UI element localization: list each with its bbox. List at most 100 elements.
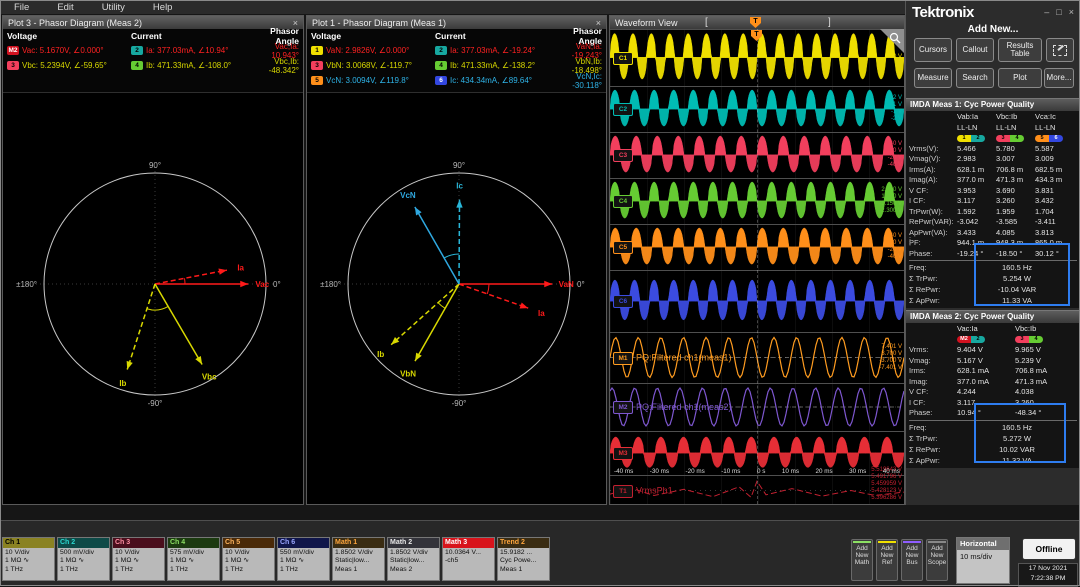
t1-channel-badge[interactable]: T1: [613, 484, 633, 498]
channel-badge: 1: [311, 46, 323, 55]
scale-label: 7.401 V: [881, 343, 902, 350]
ch4-badge[interactable]: Ch 4 575 mV/div 1 MΩ ∿ 1 THz: [167, 537, 220, 581]
math2-badge[interactable]: Math 2 1.8502 V/div Static|low... Meas 2: [387, 537, 440, 581]
meas-row-label: Phase:: [909, 248, 933, 258]
expansion-bracket-right[interactable]: ]: [828, 17, 831, 28]
channel-card-title: Ch 5: [223, 538, 274, 548]
phasor-angle-readout: VcN,Ic: -30.118°: [572, 71, 602, 90]
meas-row: I CF: 3.117 3.260 3.432: [909, 196, 1077, 207]
meas-row-label: TrPwr(W):: [909, 206, 943, 216]
c1-channel-badge[interactable]: C1: [613, 51, 633, 65]
offline-button[interactable]: Offline: [1022, 538, 1076, 560]
plot-button[interactable]: Plot: [998, 68, 1042, 88]
meas-table-header[interactable]: IMDA Meas 2: Cyc Power Quality: [906, 310, 1080, 323]
channel-badge: 3: [311, 61, 323, 70]
cursors-button[interactable]: Cursors: [914, 38, 952, 62]
menu-file[interactable]: File: [0, 2, 43, 13]
time-tick-label: 10 ms: [781, 468, 799, 475]
c3-channel-badge[interactable]: C3: [613, 149, 633, 162]
vector-Ib: [126, 283, 156, 370]
plot3-phasor-diagram: 90° 0° ±180° -90° Vac Ia Vbc Ib: [16, 161, 281, 408]
scale-label: 5.396286 V: [871, 495, 902, 501]
minimize-icon[interactable]: –: [1044, 7, 1049, 17]
c2-scale-labels: 2 V1 V -1 V -2 V: [891, 95, 902, 123]
meas-table-header[interactable]: IMDA Meas 1: Cyc Power Quality: [906, 98, 1080, 111]
c2-channel-badge[interactable]: C2: [613, 103, 633, 116]
ch5-badge[interactable]: Ch 5 10 V/div 1 MΩ ∿ 1 THz: [222, 537, 275, 581]
add-new-ref-button[interactable]: Add New Ref: [876, 539, 898, 581]
axis-label: ±180°: [16, 280, 37, 289]
setting-line: Cyc Powe...: [500, 557, 537, 565]
source-badge: 4: [1029, 336, 1043, 343]
scale-label: -3.700 V: [879, 357, 902, 364]
add-new-math-button[interactable]: Add New Math: [851, 539, 873, 581]
ch2-badge[interactable]: Ch 2 500 mV/div 1 MΩ ∿ 1 THz: [57, 537, 110, 581]
c5-channel-badge[interactable]: C5: [613, 241, 633, 254]
math1-badge[interactable]: Math 1 1.8502 V/div Static|low... Meas 1: [332, 537, 385, 581]
add-new-bus-button[interactable]: Add New Bus: [901, 539, 923, 581]
scale-label: -2 V: [890, 116, 902, 122]
c6-channel-badge[interactable]: C6: [613, 295, 633, 308]
ch3-badge[interactable]: Ch 3 10 V/div 1 MΩ ∿ 1 THz: [112, 537, 165, 581]
ch6-badge[interactable]: Ch 6 550 mV/div 1 MΩ ∿ 1 THz: [277, 537, 330, 581]
trend2-badge[interactable]: Trend 2 15.9182 ... Cyc Powe... Meas 1: [497, 537, 550, 581]
results-table-button[interactable]: Results Table: [998, 38, 1042, 62]
meas-value: 628.1 m: [957, 164, 985, 174]
horizontal-panel[interactable]: Horizontal 10 ms/div: [956, 537, 1010, 584]
setting-line: 1 THz: [5, 565, 24, 573]
callout-button[interactable]: Callout: [956, 38, 994, 62]
measure-button[interactable]: Measure: [914, 68, 952, 88]
setting-line: 10.0364 V...: [445, 549, 482, 556]
add-button-line: New: [855, 552, 869, 559]
channel-card-title: Math 2: [388, 538, 439, 548]
meas-row: ApPwr(VA): 3.433 4.085 3.813: [909, 228, 1077, 239]
math3-badge[interactable]: Math 3 10.0364 V... -ch5: [442, 537, 495, 581]
c4-scale-labels: 2.300 V 1.150 V -1.150 V -2.300 V: [879, 187, 902, 215]
vector-label: Ia: [237, 263, 244, 272]
menu-utility[interactable]: Utility: [88, 2, 139, 13]
expansion-bracket-left[interactable]: [: [705, 17, 708, 28]
setting-line: Meas 2: [390, 565, 413, 573]
meas-row-label: Vrms:: [909, 345, 929, 354]
axis-label: -90°: [148, 399, 163, 408]
trigger-flag-icon[interactable]: T: [750, 17, 761, 28]
scale-label: 1.150 V: [881, 194, 902, 200]
current-readout: Ib: 471.33mA, ∠-108.0°: [146, 61, 232, 70]
channel-card-title: Trend 2: [498, 538, 549, 548]
m3-channel-badge[interactable]: M3: [613, 447, 633, 460]
scale-label: 40 V: [889, 141, 902, 147]
waveform-titlebar[interactable]: Waveform View [ T ]: [610, 16, 904, 29]
axis-label: 90°: [453, 161, 465, 170]
meas-row: TrPwr(W): 1.592 1.959 1.704: [909, 207, 1077, 218]
meas-row-label: Irms(A):: [909, 164, 936, 174]
draw-a-box-button[interactable]: [1046, 38, 1074, 62]
setting-line: 1.8502 V/div: [390, 549, 428, 556]
maximize-icon[interactable]: □: [1056, 7, 1061, 17]
meas-col-header: Vca:Ic: [1035, 112, 1056, 121]
menu-edit[interactable]: Edit: [43, 2, 87, 13]
channel-card-settings: 10 V/div 1 MΩ ∿ 1 THz: [3, 548, 54, 575]
m1-channel-badge[interactable]: M1: [613, 351, 633, 365]
meas-value: 4.244: [957, 387, 976, 396]
close-icon[interactable]: ×: [1069, 7, 1074, 17]
add-button-line: Bus: [906, 559, 918, 566]
setting-line: 1 MΩ ∿: [280, 557, 304, 565]
meas-value: 5.780: [996, 143, 1015, 153]
more--button[interactable]: More...: [1044, 68, 1074, 88]
channel-card-title: Ch 4: [168, 538, 219, 548]
c4-channel-badge[interactable]: C4: [613, 195, 633, 208]
c3-scale-labels: 40 V 20 V -20 V -40 V: [888, 141, 902, 169]
search-button[interactable]: Search: [956, 68, 994, 88]
channel-card-settings: 10 V/div 1 MΩ ∿ 1 THz: [113, 548, 164, 575]
axis-label: 0°: [273, 280, 281, 289]
menu-help[interactable]: Help: [139, 2, 187, 13]
meas-col-header: Vab:Ia: [957, 112, 979, 121]
ch1-badge[interactable]: Ch 1 10 V/div 1 MΩ ∿ 1 THz: [2, 537, 55, 581]
c5-scale-labels: 40 V 20 V -20 V -40 V: [888, 233, 902, 261]
add-new-scope-button[interactable]: Add New Scope: [926, 539, 948, 581]
channel-badge: 5: [311, 76, 323, 85]
m2-channel-badge[interactable]: M2: [613, 401, 633, 414]
meas-row: RePwr(VAR): -3.042 -3.585 -3.411: [909, 217, 1077, 228]
splitter-handle[interactable]: ⋮ ⋮: [906, 234, 914, 247]
channel-card-settings: 550 mV/div 1 MΩ ∿ 1 THz: [278, 548, 329, 575]
